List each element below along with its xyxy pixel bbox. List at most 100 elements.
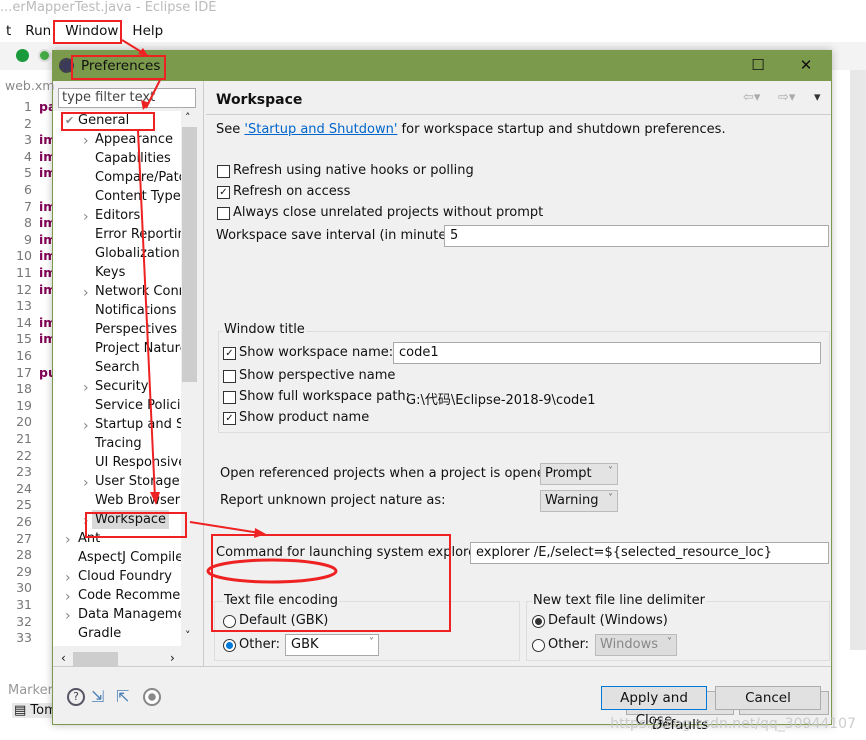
editor-tab[interactable]: web.xm — [5, 78, 54, 93]
scroll-down-icon[interactable]: ˅ — [185, 629, 191, 642]
explorer-command-input[interactable]: explorer /E,/select=${selected_resource_… — [470, 542, 829, 564]
tree-item[interactable]: UI Responsiveness — [95, 453, 181, 472]
scroll-right-icon[interactable]: › — [170, 651, 175, 665]
chevron-right-icon[interactable]: › — [83, 133, 89, 149]
tree-item[interactable]: Network Connections — [95, 282, 181, 301]
startup-shutdown-link[interactable]: 'Startup and Shutdown' — [244, 122, 397, 137]
show-workspace-name-checkbox[interactable]: ✓ — [223, 347, 236, 360]
help-icon[interactable]: ? — [67, 688, 85, 706]
server-icon[interactable] — [38, 49, 51, 62]
refresh-native-label: Refresh using native hooks or polling — [233, 163, 474, 178]
tree-item[interactable]: Perspectives — [95, 320, 177, 339]
tree-item[interactable]: Cloud Foundry — [78, 567, 172, 586]
tree-item[interactable]: Web Browser — [95, 491, 180, 510]
workspace-name-input[interactable]: code1 — [393, 342, 821, 364]
tree-item[interactable]: Workspace — [92, 510, 170, 529]
report-nature-select[interactable]: Warning ˅ — [540, 490, 618, 512]
tree-item[interactable]: Notifications — [95, 301, 176, 320]
line-number: 32 — [16, 613, 32, 629]
show-full-path-checkbox[interactable] — [223, 391, 236, 404]
nav-forward-icon[interactable]: ⇨▾ — [778, 90, 795, 105]
show-perspective-checkbox[interactable] — [223, 370, 236, 383]
chevron-right-icon[interactable]: › — [83, 475, 89, 491]
code-editor[interactable]: 1pac23imp4imp5imp67imp8imp9imp10imp11imp… — [8, 96, 66, 652]
filter-input[interactable]: type filter text — [58, 88, 196, 108]
chevron-down-icon[interactable]: ✔ — [65, 114, 74, 127]
tree-item-label: Workspace — [95, 512, 167, 527]
tree-item[interactable]: Service Policies — [95, 396, 181, 415]
markers-tab[interactable]: Marker — [8, 683, 53, 698]
tree-item[interactable]: Globalization — [95, 244, 180, 263]
close-icon[interactable]: ✕ — [791, 56, 821, 74]
nav-back-icon[interactable]: ⇦▾ — [743, 90, 760, 105]
chevron-right-icon[interactable]: › — [83, 209, 89, 225]
line-number: 12 — [16, 281, 32, 297]
cancel-button[interactable]: Cancel — [715, 686, 821, 710]
menu-help[interactable]: Help — [132, 23, 163, 39]
tree-item[interactable]: Ant — [78, 529, 100, 548]
scroll-thumb[interactable] — [182, 127, 197, 382]
tree-item[interactable]: Project Natures — [95, 339, 181, 358]
encoding-select[interactable]: GBK ˅ — [285, 634, 379, 656]
chevron-right-icon[interactable]: › — [83, 418, 89, 434]
tree-item-label: Globalization — [95, 246, 180, 261]
chevron-right-icon[interactable]: › — [65, 570, 71, 586]
footer-divider — [53, 666, 831, 667]
tree-item[interactable]: Appearance — [95, 130, 173, 149]
line-number: 17 — [16, 364, 32, 380]
tree-item[interactable]: Data Management — [78, 605, 181, 624]
line-number: 8 — [24, 215, 32, 231]
scroll-thumb[interactable] — [73, 652, 118, 667]
export-icon[interactable]: ⇱ — [116, 687, 129, 706]
always-close-checkbox[interactable] — [217, 207, 230, 220]
tree-item[interactable]: General — [78, 111, 129, 130]
tree-item[interactable]: Compare/Patch — [95, 168, 181, 187]
encoding-default-radio[interactable] — [223, 615, 236, 628]
scroll-up-icon[interactable]: ˄ — [185, 111, 191, 124]
tree-item[interactable]: User Storage — [95, 472, 180, 491]
delimiter-other-radio[interactable] — [532, 639, 545, 652]
open-ref-select[interactable]: Prompt ˅ — [540, 463, 618, 485]
chevron-right-icon[interactable]: › — [83, 380, 89, 396]
see-text: See 'Startup and Shutdown' for workspace… — [216, 122, 726, 137]
maximize-icon[interactable]: ☐ — [743, 56, 773, 74]
tree-vertical-scrollbar[interactable]: ˄ ˅ — [181, 111, 198, 646]
tree-item[interactable]: AspectJ Compiler — [78, 548, 181, 567]
oomph-record-icon[interactable] — [143, 688, 161, 706]
menu-item[interactable]: t — [6, 23, 11, 39]
chevron-right-icon[interactable]: › — [83, 285, 89, 301]
apply-and-close-button[interactable]: Apply and Close — [601, 686, 707, 728]
menu-window[interactable]: Window — [65, 23, 118, 39]
menu-run[interactable]: Run — [25, 23, 51, 39]
chevron-right-icon[interactable]: › — [83, 513, 89, 529]
tree-item[interactable]: Gradle — [78, 624, 121, 643]
report-nature-value: Warning — [545, 493, 599, 508]
tree-item[interactable]: Code Recommenders — [78, 586, 181, 605]
ide-scrollbar[interactable] — [850, 70, 866, 650]
delimiter-other-label: Other: — [548, 637, 590, 652]
refresh-native-checkbox[interactable] — [217, 165, 230, 178]
chevron-right-icon[interactable]: › — [65, 532, 71, 548]
refresh-access-checkbox[interactable]: ✓ — [217, 186, 230, 199]
chevron-right-icon[interactable]: › — [65, 589, 71, 605]
show-product-checkbox[interactable]: ✓ — [223, 412, 236, 425]
tree-item[interactable]: Keys — [95, 263, 125, 282]
delimiter-legend: New text file line delimiter — [532, 593, 706, 608]
run-icon[interactable] — [16, 49, 29, 62]
tree-item[interactable]: Security — [95, 377, 148, 396]
tree-item[interactable]: Startup and Shutdown — [95, 415, 181, 434]
tree-item[interactable]: Error Reporting — [95, 225, 181, 244]
scroll-left-icon[interactable]: ‹ — [61, 651, 66, 665]
tree-item[interactable]: Editors — [95, 206, 140, 225]
tree-item[interactable]: Search — [95, 358, 140, 377]
encoding-other-radio[interactable] — [223, 639, 236, 652]
import-icon[interactable]: ⇲ — [91, 687, 104, 706]
tree-item[interactable]: Content Types — [95, 187, 181, 206]
chevron-right-icon[interactable]: › — [65, 608, 71, 624]
view-menu-icon[interactable]: ▾ — [814, 90, 821, 105]
tree-item[interactable]: Tracing — [95, 434, 142, 453]
delimiter-default-radio[interactable] — [532, 615, 545, 628]
tree-item-label: Content Types — [95, 189, 181, 204]
save-interval-input[interactable]: 5 — [444, 225, 829, 247]
tree-item[interactable]: Capabilities — [95, 149, 171, 168]
